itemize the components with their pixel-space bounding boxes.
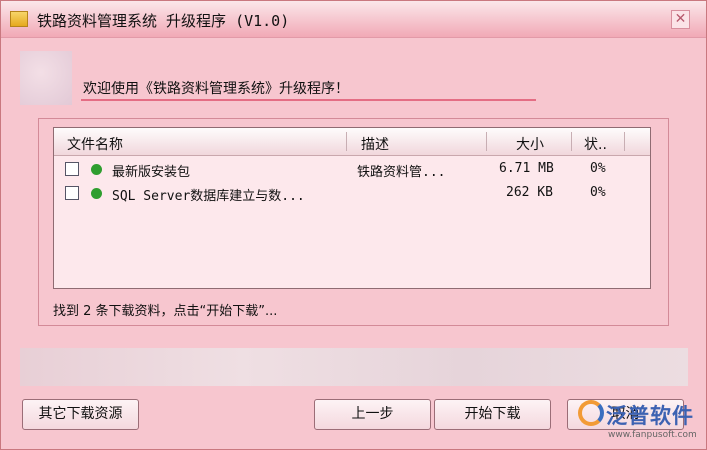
brand-url: www.fanpusoft.com [608,430,697,440]
brand-logo-icon [578,400,604,426]
file-size: 262 KB [506,185,553,200]
column-header-size[interactable]: 大小 [516,134,544,154]
column-divider[interactable] [624,132,625,151]
row-checkbox[interactable] [65,162,79,176]
column-divider[interactable] [486,132,487,151]
file-list-header: 文件名称 描述 大小 状.. [54,128,650,156]
file-status: 0% [590,161,606,176]
column-header-status[interactable]: 状.. [584,134,607,154]
brand-watermark: 泛普软件 www.fanpusoft.com [574,397,707,449]
app-icon [10,11,28,27]
list-item[interactable]: SQL Server数据库建立与数... 262 KB 0% [54,183,650,207]
file-list[interactable]: 文件名称 描述 大小 状.. 最新版安装包 铁路资料管... 6.71 MB 0… [53,127,651,289]
installer-window: 铁路资料管理系统 升级程序 (V1.0) ✕ 欢迎使用《铁路资料管理系统》升级程… [0,0,707,450]
start-download-button[interactable]: 开始下载 [434,399,551,430]
app-logo [20,51,72,105]
back-button[interactable]: 上一步 [314,399,431,430]
file-name: 最新版安装包 [112,165,191,180]
window-title: 铁路资料管理系统 升级程序 (V1.0) [37,12,290,30]
close-icon[interactable]: ✕ [671,10,690,29]
status-dot-icon [91,188,102,199]
file-size: 6.71 MB [499,161,554,176]
progress-bar [20,348,688,386]
column-divider[interactable] [346,132,347,151]
status-message: 找到 2 条下载资料，点击“开始下载”... [53,304,278,319]
column-divider[interactable] [571,132,572,151]
row-checkbox[interactable] [65,186,79,200]
welcome-divider [81,99,536,101]
file-description: 铁路资料管... [357,165,446,180]
brand-name: 泛普软件 [606,404,694,428]
status-dot-icon [91,164,102,175]
file-name: SQL Server数据库建立与数... [112,189,305,204]
column-header-filename[interactable]: 文件名称 [67,134,123,154]
welcome-message: 欢迎使用《铁路资料管理系统》升级程序！ [83,81,349,97]
other-sources-button[interactable]: 其它下载资源 [22,399,139,430]
column-header-description[interactable]: 描述 [361,134,389,154]
list-item[interactable]: 最新版安装包 铁路资料管... 6.71 MB 0% [54,159,650,183]
title-bar[interactable]: 铁路资料管理系统 升级程序 (V1.0) ✕ [1,1,706,38]
file-status: 0% [590,185,606,200]
